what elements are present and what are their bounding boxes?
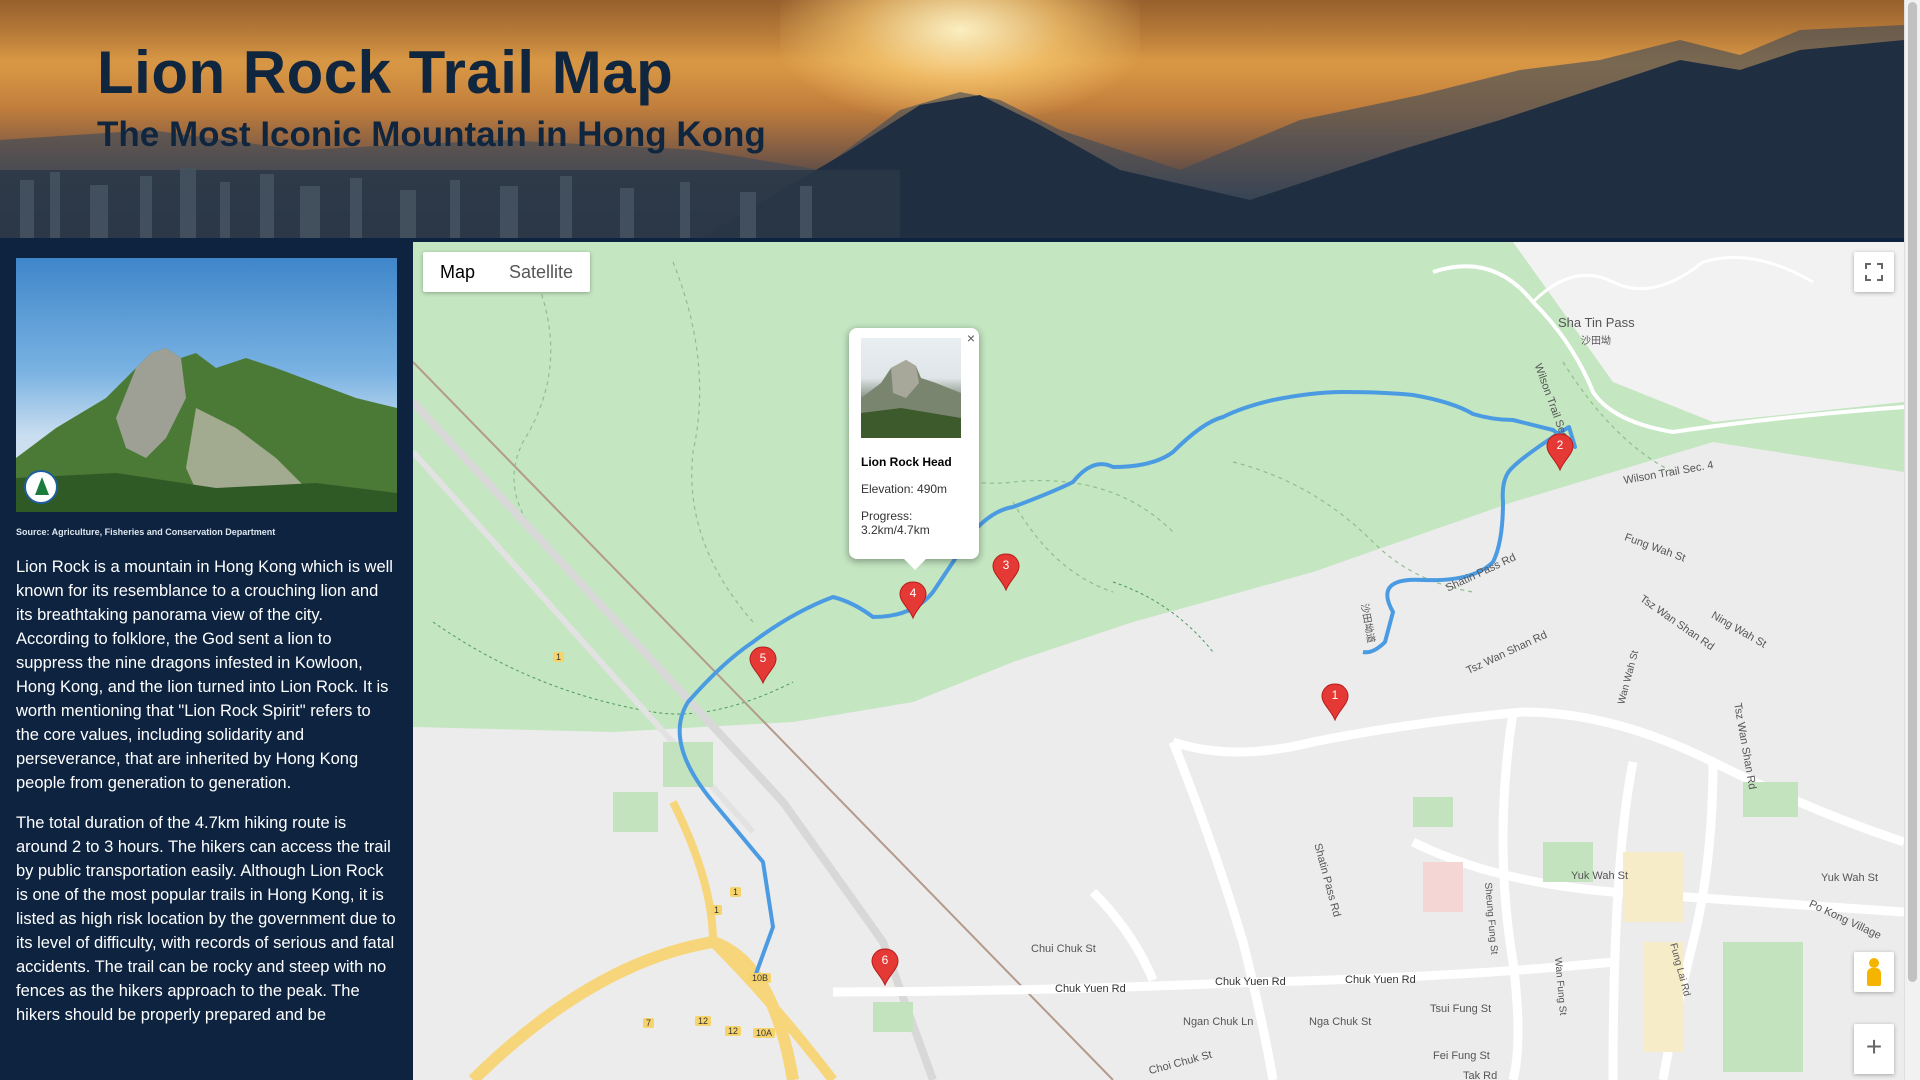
route-badge-12a: 12 [695, 1016, 712, 1026]
zoom-in-button[interactable]: + [1854, 1024, 1894, 1074]
route-badge-10a: 10A [753, 1028, 776, 1038]
route-badge-1b: 1 [730, 887, 742, 897]
label-tak-rd: Tak Rd [1463, 1070, 1498, 1080]
map-type-control: Map Satellite [423, 252, 591, 292]
map-type-satellite-button[interactable]: Satellite [492, 252, 590, 292]
page-subtitle: The Most Iconic Mountain in Hong Kong [97, 115, 766, 154]
label-fei-fung-st: Fei Fung St [1433, 1050, 1490, 1062]
info-title: Lion Rock Head [861, 455, 952, 469]
label-ngan-chuk-ln: Ngan Chuk Ln [1183, 1016, 1254, 1028]
afcd-logo-icon [24, 470, 58, 504]
info-close-button[interactable]: × [967, 330, 975, 346]
label-chuk-yuen-rd-1: Chuk Yuen Rd [1055, 983, 1126, 995]
label-tsui-fung-st: Tsui Fung St [1430, 1003, 1492, 1015]
route-badge-10b: 10B [749, 973, 772, 983]
route-badge-1a: 1 [553, 652, 565, 662]
label-chui-chuk-st: Chui Chuk St [1031, 943, 1096, 955]
lion-rock-head-photo [861, 338, 961, 438]
label-chuk-yuen-rd-3: Chuk Yuen Rd [1345, 974, 1416, 986]
description: Lion Rock is a mountain in Hong Kong whi… [16, 555, 398, 1043]
label-chuk-yuen-rd-2: Chuk Yuen Rd [1215, 976, 1286, 988]
route-badge-7: 7 [643, 1018, 655, 1028]
page-scrollbar[interactable] [1904, 0, 1920, 1080]
photo-source: Source: Agriculture, Fisheries and Conse… [16, 527, 276, 537]
route-badge-12b: 12 [725, 1026, 742, 1036]
label-yuk-wah-st-1: Yuk Wah St [1571, 870, 1629, 882]
page-title: Lion Rock Trail Map [97, 39, 674, 106]
lion-rock-photo [16, 258, 397, 512]
label-yuk-wah-st-2: Yuk Wah St [1821, 872, 1879, 884]
street-view-pegman-icon[interactable] [1854, 952, 1894, 992]
info-elevation: Elevation: 490m [861, 482, 948, 496]
scrollbar-thumb[interactable] [1908, 2, 1917, 982]
label-sha-tin-pass-zh: 沙田坳 [1581, 336, 1611, 347]
map-type-map-button[interactable]: Map [423, 252, 492, 292]
marker-info-window: × Lion Rock Head Elevation: 490m Progres… [849, 328, 979, 570]
header-banner: Lion Rock Trail Map The Most Iconic Moun… [0, 0, 1904, 238]
description-paragraph: Lion Rock is a mountain in Hong Kong whi… [16, 558, 393, 792]
route-badge-1c: 1 [711, 905, 723, 915]
label-nga-chuk-st: Nga Chuk St [1309, 1016, 1372, 1028]
sidebar: Source: Agriculture, Fisheries and Conse… [0, 238, 413, 1080]
description-paragraph: The total duration of the 4.7km hiking r… [16, 814, 396, 1024]
label-sha-tin-pass: Sha Tin Pass [1558, 315, 1635, 330]
fullscreen-button[interactable] [1854, 252, 1894, 292]
trail-map[interactable]: Sha Tin Pass 沙田坳 Wilson Trail Sec. 5 Wil… [413, 242, 1904, 1080]
info-progress: Progress: 3.2km/4.7km [861, 509, 930, 537]
fullscreen-icon [1865, 263, 1883, 281]
